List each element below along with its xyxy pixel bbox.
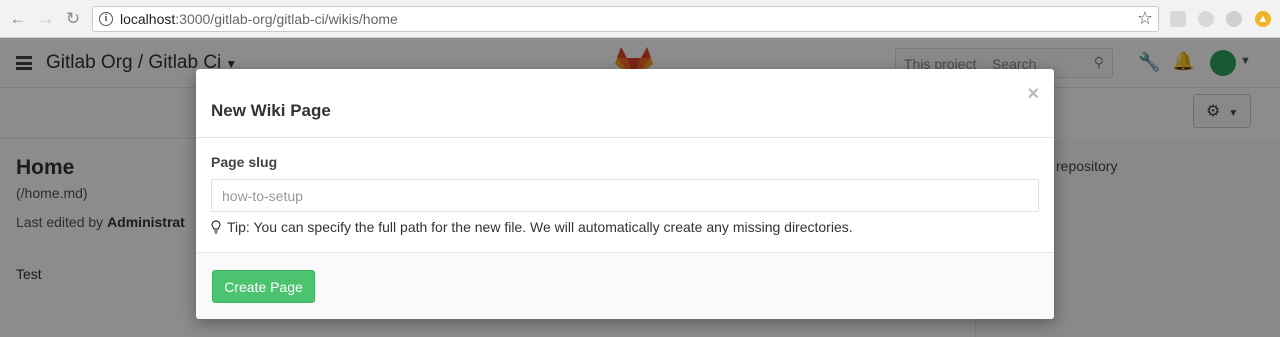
info-icon[interactable]: i [99,12,113,26]
extension-icon[interactable]: ▲ [1255,11,1271,27]
lightbulb-icon [211,220,221,234]
new-wiki-page-modal: New Wiki Page × Page slug Tip: You can s… [196,69,1054,319]
create-page-button[interactable]: Create Page [212,270,315,303]
forward-arrow-icon[interactable]: → [36,9,56,29]
url-host: localhost [120,11,176,27]
back-arrow-icon[interactable]: ← [8,9,28,29]
extension-icon[interactable] [1198,11,1214,27]
tip-text: Tip: You can specify the full path for t… [211,219,853,235]
page-slug-input[interactable] [211,179,1039,212]
modal-title: New Wiki Page [211,101,331,120]
reload-icon[interactable]: ↻ [63,9,83,29]
close-icon[interactable]: × [1027,83,1039,106]
url-text: localhost:3000/gitlab-org/gitlab-ci/wiki… [120,11,398,27]
bookmark-star-icon[interactable]: ☆ [1137,8,1153,29]
address-bar[interactable]: i localhost:3000/gitlab-org/gitlab-ci/wi… [92,6,1159,32]
page-slug-label: Page slug [211,154,278,170]
tip-text-content: Tip: You can specify the full path for t… [227,219,853,235]
extension-icon[interactable] [1226,11,1242,27]
modal-footer: Create Page [196,252,1054,319]
modal-header: New Wiki Page × [196,69,1054,138]
browser-toolbar: ← → ↻ i localhost:3000/gitlab-org/gitlab… [0,0,1280,38]
url-path: :3000/gitlab-org/gitlab-ci/wikis/home [175,11,398,27]
extension-icon[interactable] [1170,11,1186,27]
